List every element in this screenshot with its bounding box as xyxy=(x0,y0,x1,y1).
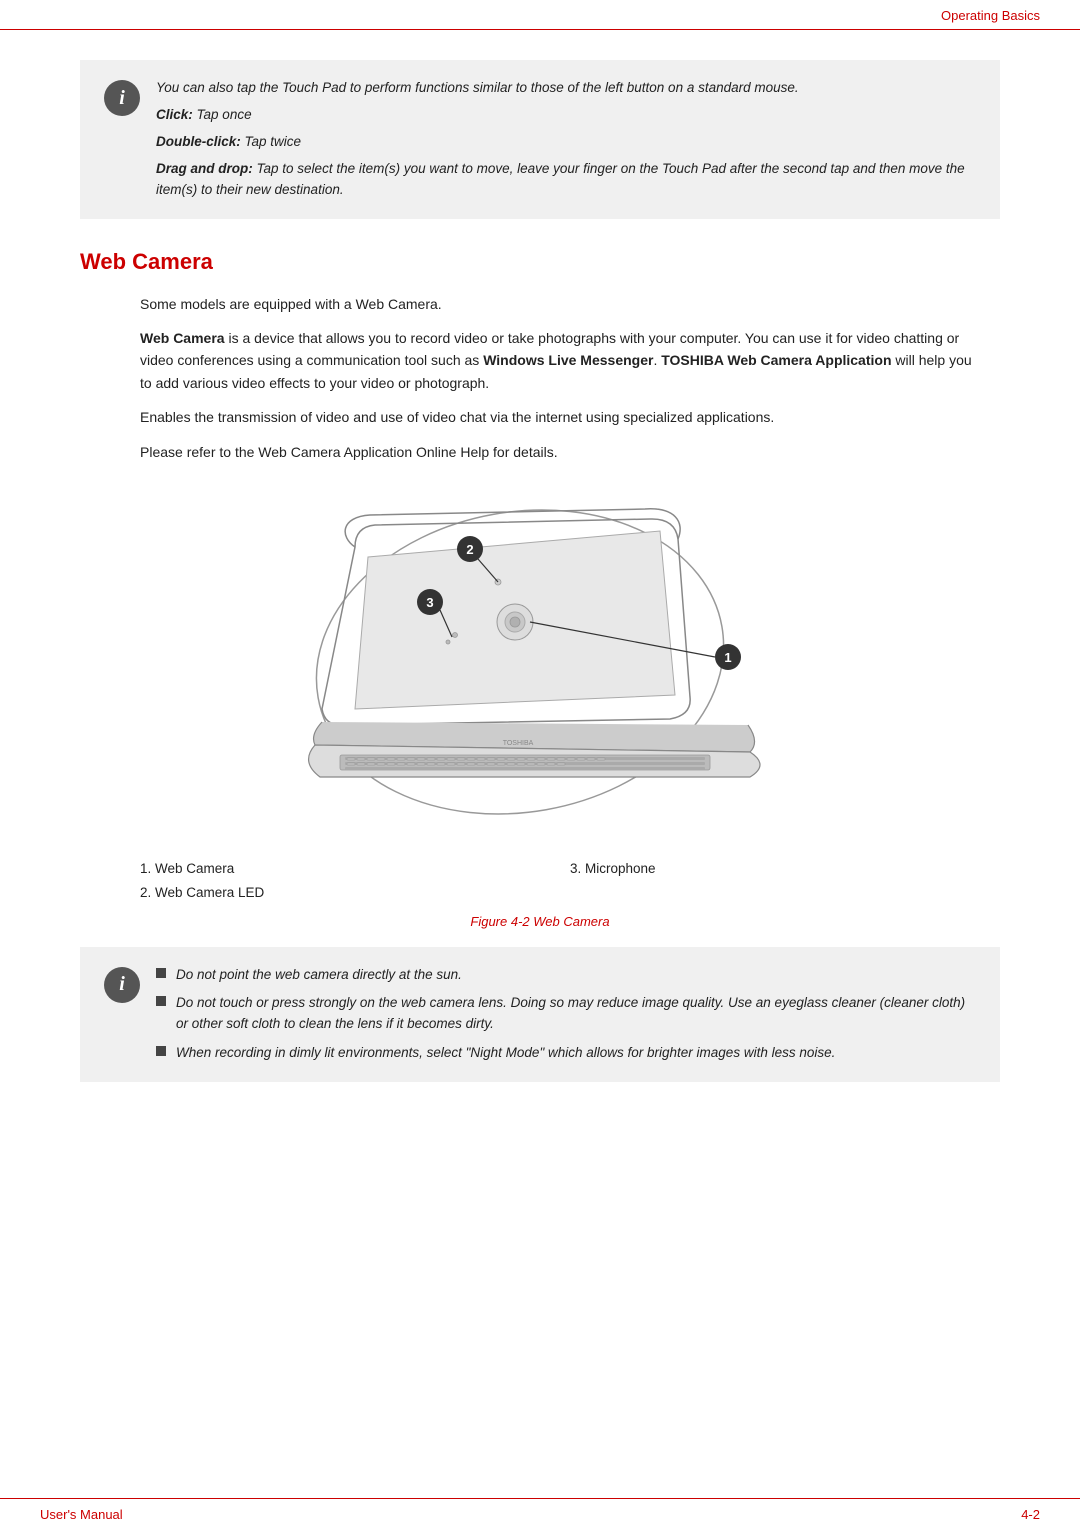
para1: Some models are equipped with a Web Came… xyxy=(140,293,980,315)
section-heading: Web Camera xyxy=(80,249,1000,275)
laptop-svg: TOSHIBA xyxy=(260,487,820,847)
click-text: Tap once xyxy=(197,107,252,122)
bullet-item-2: Do not touch or press strongly on the we… xyxy=(156,993,976,1035)
click-line: Click: Tap once xyxy=(156,105,976,126)
svg-text:3: 3 xyxy=(426,595,433,610)
drag-text: Tap to select the item(s) you want to mo… xyxy=(156,161,965,197)
chapter-title: Operating Basics xyxy=(941,8,1040,23)
bullet-square-3 xyxy=(156,1046,166,1056)
click-label: Click: xyxy=(156,107,193,122)
bullet-square-2 xyxy=(156,996,166,1006)
labels-left: 1. Web Camera 2. Web Camera LED xyxy=(140,857,570,906)
double-click-text: Tap twice xyxy=(245,134,302,149)
footer-right: 4-2 xyxy=(1021,1507,1040,1522)
drag-line: Drag and drop: Tap to select the item(s)… xyxy=(156,159,976,201)
label-1: 1. Web Camera xyxy=(140,857,570,881)
info-box-bottom: i Do not point the web camera directly a… xyxy=(80,947,1000,1083)
bullet-square-1 xyxy=(156,968,166,978)
figure-labels: 1. Web Camera 2. Web Camera LED 3. Micro… xyxy=(140,857,1000,906)
double-click-label: Double-click: xyxy=(156,134,241,149)
info-box-bottom-content: Do not point the web camera directly at … xyxy=(156,965,976,1065)
para2: Web Camera is a device that allows you t… xyxy=(140,327,980,394)
bullet-list: Do not point the web camera directly at … xyxy=(156,965,976,1065)
info-box-top-content: You can also tap the Touch Pad to perfor… xyxy=(156,78,976,201)
double-click-line: Double-click: Tap twice xyxy=(156,132,976,153)
footer-left: User's Manual xyxy=(40,1507,123,1522)
info-icon-bottom: i xyxy=(104,967,140,1003)
bullet-text-1: Do not point the web camera directly at … xyxy=(176,965,462,986)
label-3: 3. Microphone xyxy=(570,857,1000,881)
bullet-text-2: Do not touch or press strongly on the we… xyxy=(176,993,976,1035)
para4: Please refer to the Web Camera Applicati… xyxy=(140,441,980,463)
info-box-top: i You can also tap the Touch Pad to perf… xyxy=(80,60,1000,219)
top-bar: Operating Basics xyxy=(0,0,1080,30)
figure-caption: Figure 4-2 Web Camera xyxy=(80,914,1000,929)
para3: Enables the transmission of video and us… xyxy=(140,406,980,428)
para2-bold2: Windows Live Messenger xyxy=(483,352,653,368)
para2-bold3: TOSHIBA Web Camera Application xyxy=(661,352,891,368)
bullet-item-3: When recording in dimly lit environments… xyxy=(156,1043,976,1064)
page-container: Operating Basics i You can also tap the … xyxy=(0,0,1080,1530)
info-icon-top: i xyxy=(104,80,140,116)
svg-text:1: 1 xyxy=(724,650,731,665)
svg-text:2: 2 xyxy=(466,542,473,557)
label-2: 2. Web Camera LED xyxy=(140,881,570,905)
svg-text:TOSHIBA: TOSHIBA xyxy=(503,740,534,747)
laptop-diagram: TOSHIBA xyxy=(260,487,820,847)
para2-bold1: Web Camera xyxy=(140,330,225,346)
drag-label: Drag and drop: xyxy=(156,161,253,176)
labels-right: 3. Microphone xyxy=(570,857,1000,906)
diagram-container: TOSHIBA xyxy=(80,487,1000,847)
bullet-item-1: Do not point the web camera directly at … xyxy=(156,965,976,986)
main-content: i You can also tap the Touch Pad to perf… xyxy=(0,30,1080,1122)
info-italic-text: You can also tap the Touch Pad to perfor… xyxy=(156,78,976,99)
footer: User's Manual 4-2 xyxy=(0,1498,1080,1530)
bullet-text-3: When recording in dimly lit environments… xyxy=(176,1043,835,1064)
